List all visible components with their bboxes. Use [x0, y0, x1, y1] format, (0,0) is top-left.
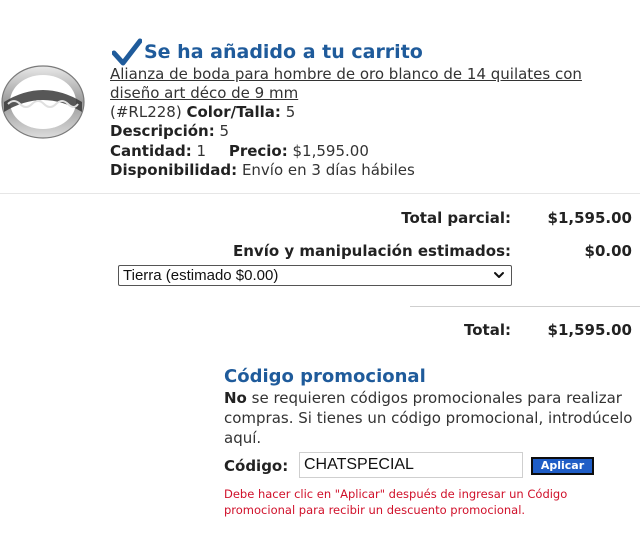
description-value: 5 — [219, 122, 230, 140]
availability-value: Envío en 3 días hábiles — [241, 161, 415, 179]
totals-divider — [410, 306, 640, 307]
ring-product-image — [1, 65, 85, 139]
promo-text-bold: No — [224, 389, 247, 407]
shipping-method-select[interactable]: Tierra (estimado $0.00) — [118, 265, 512, 286]
promo-code-label: Código: — [224, 457, 289, 475]
description-line: Descripción: 5 — [110, 122, 229, 141]
price-label: Precio: — [228, 142, 288, 160]
price-value: $1,595.00 — [292, 142, 369, 160]
product-sku-line: (#RL228) Color/Talla: 5 — [110, 103, 295, 122]
promo-text-rest: se requieren códigos promocionales para … — [224, 389, 633, 447]
added-message: Se ha añadido a tu carrito — [144, 41, 423, 63]
product-sku: (#RL228) — [110, 103, 182, 121]
quantity-value: 1 — [196, 142, 207, 160]
shipping-value: $0.00 — [584, 242, 632, 260]
promo-code-input[interactable]: CHATSPECIAL — [299, 452, 523, 478]
subtotal-value: $1,595.00 — [547, 209, 632, 227]
product-name-link[interactable]: Alianza de boda para hombre de oro blanc… — [110, 65, 610, 103]
total-label: Total: — [464, 321, 511, 339]
color-size-label: Color/Talla: — [186, 103, 281, 121]
color-size-value: 5 — [285, 103, 296, 121]
chevron-down-icon — [494, 272, 504, 278]
checkmark-icon — [112, 38, 142, 66]
promo-text: No se requieren códigos promocionales pa… — [224, 388, 636, 448]
promo-warning: Debe hacer clic en "Aplicar" después de … — [224, 487, 568, 517]
divider — [0, 193, 640, 194]
added-to-cart-header: Se ha añadido a tu carrito — [112, 38, 423, 66]
quantity-label: Cantidad: — [110, 142, 192, 160]
total-value: $1,595.00 — [547, 321, 632, 339]
product-image[interactable] — [0, 60, 86, 144]
description-label: Descripción: — [110, 122, 215, 140]
apply-button[interactable]: Aplicar — [531, 457, 594, 475]
subtotal-label: Total parcial: — [401, 209, 511, 227]
availability-line: Disponibilidad: Envío en 3 días hábiles — [110, 161, 415, 180]
quantity-price-line: Cantidad: 1 Precio: $1,595.00 — [110, 142, 369, 161]
availability-label: Disponibilidad: — [110, 161, 238, 179]
shipping-option-selected: Tierra (estimado $0.00) — [123, 267, 279, 284]
promo-title: Código promocional — [224, 366, 426, 387]
shipping-label: Envío y manipulación estimados: — [233, 242, 511, 260]
